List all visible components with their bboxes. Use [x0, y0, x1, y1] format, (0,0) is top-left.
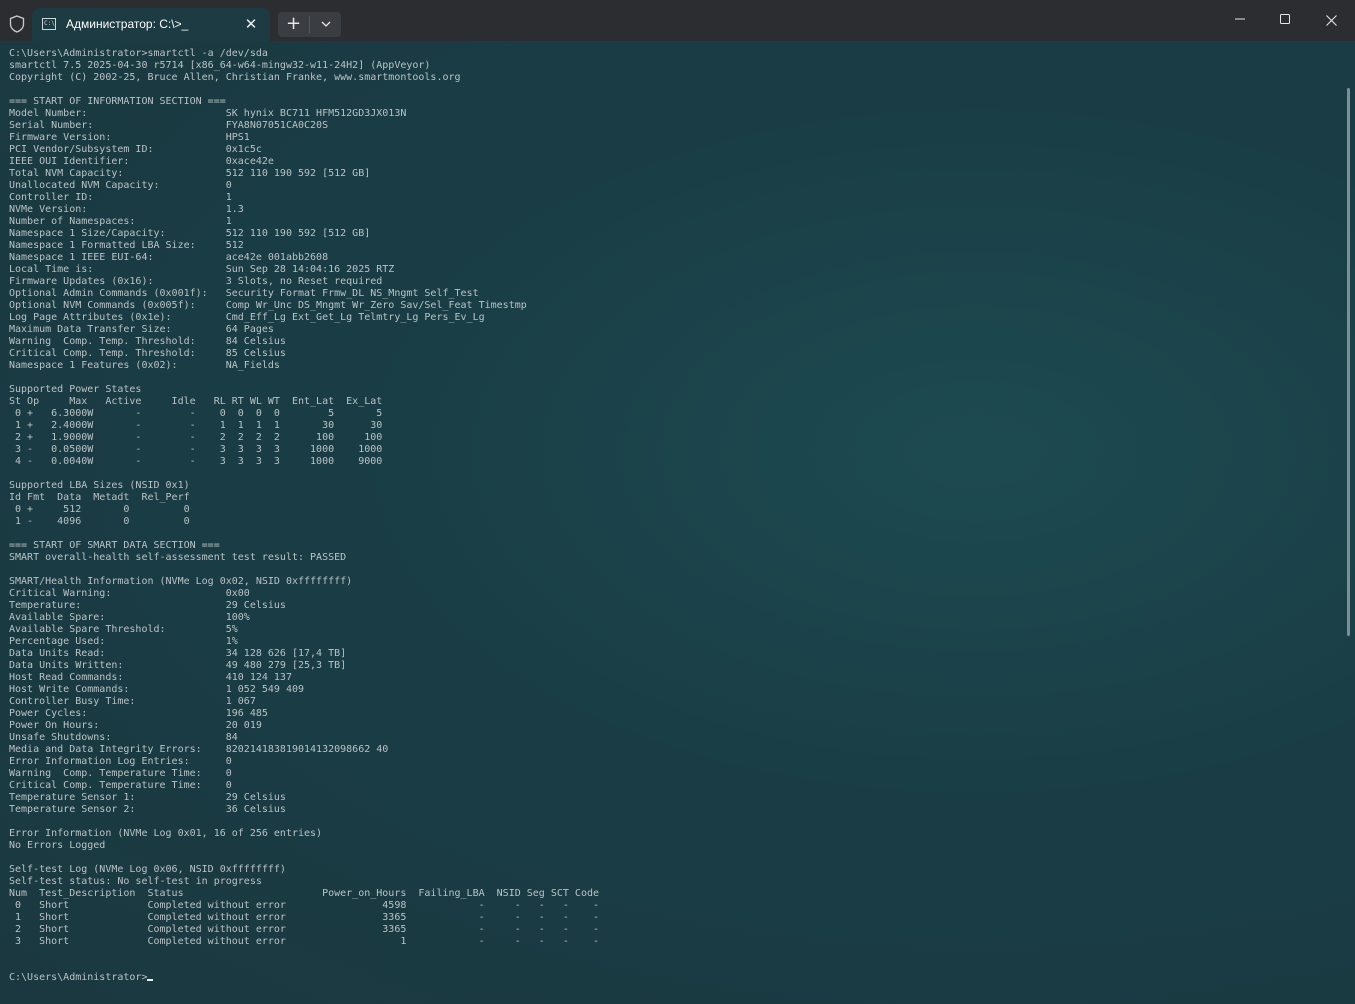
terminal-line: Power On Hours: 20 019: [9, 720, 262, 731]
terminal-line: Temperature Sensor 1: 29 Celsius: [9, 792, 286, 803]
maximize-button[interactable]: [1262, 0, 1308, 41]
chevron-down-icon[interactable]: [310, 12, 341, 37]
terminal-window: C:\ Администратор: C:\>_ ✕ + C:\Users\Ad…: [0, 0, 1355, 1004]
terminal-line: 3 - 0.0500W - - 3 3 3 3 1000 1000: [9, 444, 383, 455]
terminal-line: Maximum Data Transfer Size: 64 Pages: [9, 324, 274, 335]
new-tab-button[interactable]: +: [278, 12, 309, 37]
terminal-line: === START OF INFORMATION SECTION ===: [9, 96, 226, 107]
terminal-line: Temperature: 29 Celsius: [9, 600, 286, 611]
tab-title: Администратор: C:\>_: [66, 17, 189, 31]
terminal-line: Available Spare: 100%: [9, 612, 250, 623]
terminal-line: 1 + 2.4000W - - 1 1 1 1 30 30: [9, 420, 383, 431]
terminal-line: smartctl 7.5 2025-04-30 r5714 [x86_64-w6…: [9, 60, 431, 71]
terminal-line: 4 - 0.0040W - - 3 3 3 3 1000 9000: [9, 456, 383, 467]
terminal-line: 0 Short Completed without error 4598 - -…: [9, 900, 600, 911]
terminal-line: 1 Short Completed without error 3365 - -…: [9, 912, 600, 923]
shield-icon: [9, 15, 25, 33]
text-cursor: [147, 979, 154, 981]
terminal-line: IEEE OUI Identifier: 0xace42e: [9, 156, 274, 167]
terminal-line: Supported Power States: [9, 384, 142, 395]
terminal-line: Self-test Log (NVMe Log 0x06, NSID 0xfff…: [9, 864, 286, 875]
terminal-line: Local Time is: Sun Sep 28 14:04:16 2025 …: [9, 264, 395, 275]
terminal-line: Critical Warning: 0x00: [9, 588, 250, 599]
terminal-line: PCI Vendor/Subsystem ID: 0x1c5c: [9, 144, 262, 155]
terminal-line: Namespace 1 Features (0x02): NA_Fields: [9, 360, 280, 371]
terminal-line: SMART/Health Information (NVMe Log 0x02,…: [9, 576, 353, 587]
terminal-line: Serial Number: FYA8N07051CA0C20S: [9, 120, 329, 131]
terminal-line: No Errors Logged: [9, 840, 106, 851]
command-prompt[interactable]: C:\Users\Administrator>: [9, 972, 1329, 984]
new-tab-group: +: [278, 12, 341, 37]
prompt-text: C:\Users\Administrator>: [9, 972, 148, 983]
terminal-line: Id Fmt Data Metadt Rel_Perf: [9, 492, 190, 503]
terminal-line: Supported LBA Sizes (NSID 0x1): [9, 480, 190, 491]
terminal-line: Optional NVM Commands (0x005f): Comp Wr_…: [9, 300, 527, 311]
terminal-line: Data Units Read: 34 128 626 [17,4 TB]: [9, 648, 347, 659]
terminal-line: 0 + 512 0 0: [9, 504, 190, 515]
terminal-line: St Op Max Active Idle RL RT WL WT Ent_La…: [9, 396, 383, 407]
terminal-line: Data Units Written: 49 480 279 [25,3 TB]: [9, 660, 347, 671]
terminal-line: Temperature Sensor 2: 36 Celsius: [9, 804, 286, 815]
terminal-line: 2 Short Completed without error 3365 - -…: [9, 924, 600, 935]
terminal-line: Warning Comp. Temperature Time: 0: [9, 768, 232, 779]
terminal-line: Namespace 1 Size/Capacity: 512 110 190 5…: [9, 228, 371, 239]
terminal-line: Model Number: SK hynix BC711 HFM512GD3JX…: [9, 108, 407, 119]
terminal-line: Warning Comp. Temp. Threshold: 84 Celsiu…: [9, 336, 286, 347]
terminal-icon: C:\: [42, 18, 56, 30]
terminal-line: 1 - 4096 0 0: [9, 516, 190, 527]
tab-terminal[interactable]: C:\ Администратор: C:\>_ ✕: [32, 8, 270, 41]
terminal-line: Controller ID: 1: [9, 192, 232, 203]
terminal-line: Total NVM Capacity: 512 110 190 592 [512…: [9, 168, 371, 179]
minimize-button[interactable]: [1217, 0, 1263, 41]
terminal-line: Percentage Used: 1%: [9, 636, 238, 647]
terminal-line: Controller Busy Time: 1 067: [9, 696, 256, 707]
terminal-line: Critical Comp. Temp. Threshold: 85 Celsi…: [9, 348, 286, 359]
maximize-icon: [1280, 14, 1290, 24]
scrollbar[interactable]: [1347, 88, 1350, 636]
close-icon: [1325, 15, 1337, 26]
terminal-line: Host Write Commands: 1 052 549 409: [9, 684, 305, 695]
terminal-line: Namespace 1 Formatted LBA Size: 512: [9, 240, 244, 251]
terminal-line: Critical Comp. Temperature Time: 0: [9, 780, 232, 791]
terminal-output[interactable]: C:\Users\Administrator>smartctl -a /dev/…: [9, 48, 1329, 998]
terminal-line: Self-test status: No self-test in progre…: [9, 876, 262, 887]
terminal-line: Error Information (NVMe Log 0x01, 16 of …: [9, 828, 323, 839]
terminal-line: Power Cycles: 196 485: [9, 708, 268, 719]
terminal-line: Copyright (C) 2002-25, Bruce Allen, Chri…: [9, 72, 461, 83]
title-bar[interactable]: C:\ Администратор: C:\>_ ✕ +: [0, 0, 1355, 41]
terminal-line: 2 + 1.9000W - - 2 2 2 2 100 100: [9, 432, 383, 443]
terminal-line: Num Test_Description Status Power_on_Hou…: [9, 888, 600, 899]
terminal-line: Namespace 1 IEEE EUI-64: ace42e 001abb26…: [9, 252, 329, 263]
close-window-button[interactable]: [1308, 0, 1354, 41]
terminal-line: C:\Users\Administrator>smartctl -a /dev/…: [9, 48, 268, 59]
terminal-line: Log Page Attributes (0x1e): Cmd_Eff_Lg E…: [9, 312, 485, 323]
terminal-line: Optional Admin Commands (0x001f): Securi…: [9, 288, 479, 299]
terminal-line: Unallocated NVM Capacity: 0: [9, 180, 232, 191]
terminal-line: 3 Short Completed without error 1 - - - …: [9, 936, 600, 947]
terminal-line: SMART overall-health self-assessment tes…: [9, 552, 347, 563]
terminal-line: Firmware Version: HPS1: [9, 132, 250, 143]
terminal-line: Number of Namespaces: 1: [9, 216, 232, 227]
minimize-icon: [1235, 18, 1245, 20]
terminal-line: Unsafe Shutdowns: 84: [9, 732, 238, 743]
terminal-line: Firmware Updates (0x16): 3 Slots, no Res…: [9, 276, 383, 287]
terminal-line: Available Spare Threshold: 5%: [9, 624, 238, 635]
terminal-line: Host Read Commands: 410 124 137: [9, 672, 292, 683]
terminal-line: NVMe Version: 1.3: [9, 204, 244, 215]
terminal-line: Media and Data Integrity Errors: 8202141…: [9, 744, 389, 755]
close-tab-icon[interactable]: ✕: [242, 15, 260, 33]
terminal-line: Error Information Log Entries: 0: [9, 756, 232, 767]
terminal-line: 0 + 6.3000W - - 0 0 0 0 5 5: [9, 408, 383, 419]
terminal-line: === START OF SMART DATA SECTION ===: [9, 540, 220, 551]
